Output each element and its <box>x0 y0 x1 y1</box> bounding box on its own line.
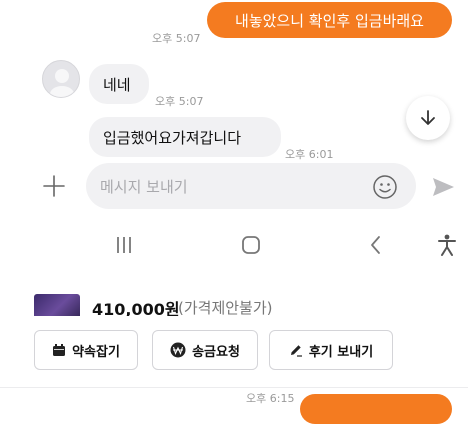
message-timestamp: 오후 5:07 <box>152 32 201 45</box>
divider <box>0 387 468 388</box>
message-timestamp: 오후 6:15 <box>246 392 295 405</box>
product-thumbnail[interactable] <box>34 294 80 316</box>
calendar-icon <box>53 344 66 356</box>
recent-apps-icon[interactable] <box>114 234 134 256</box>
emoji-icon[interactable] <box>372 174 398 200</box>
arrow-down-icon <box>421 110 435 125</box>
incoming-message-text: 네네 <box>103 75 131 94</box>
home-icon[interactable] <box>240 234 262 256</box>
scroll-to-bottom-button[interactable] <box>406 96 450 140</box>
plus-icon[interactable] <box>40 172 68 200</box>
back-icon[interactable] <box>366 234 386 256</box>
send-icon[interactable] <box>430 174 456 200</box>
request-payment-label: 송금요청 <box>192 344 240 360</box>
send-review-label: 후기 보내기 <box>308 344 374 360</box>
avatar[interactable] <box>42 60 80 98</box>
message-input[interactable]: 메시지 보내기 <box>86 163 416 209</box>
send-review-button[interactable]: 후기 보내기 <box>269 330 393 370</box>
message-timestamp: 오후 5:07 <box>155 95 204 108</box>
accessibility-icon[interactable] <box>436 233 458 257</box>
pencil-icon <box>290 345 302 357</box>
outgoing-message-bubble <box>300 394 452 424</box>
incoming-message-bubble: 입금했어요가져갑니다 <box>89 117 281 157</box>
appointment-label: 약속잡기 <box>72 344 120 360</box>
won-icon <box>170 342 186 358</box>
incoming-message-bubble: 네네 <box>89 64 149 104</box>
product-price-note: (가격제안불가) <box>178 299 273 316</box>
request-payment-button[interactable]: 송금요청 <box>152 330 258 370</box>
appointment-button[interactable]: 약속잡기 <box>34 330 138 370</box>
product-summary: 410,000원 (가격제안불가) <box>0 286 468 316</box>
outgoing-message-bubble: 내놓았으니 확인후 입금바래요 <box>207 2 452 38</box>
outgoing-message-text: 내놓았으니 확인후 입금바래요 <box>235 11 424 30</box>
product-price: 410,000원 <box>92 300 180 316</box>
message-input-placeholder: 메시지 보내기 <box>100 177 188 196</box>
message-timestamp: 오후 6:01 <box>285 148 334 161</box>
avatar-placeholder-icon <box>50 69 74 97</box>
incoming-message-text: 입금했어요가져갑니다 <box>103 128 242 147</box>
